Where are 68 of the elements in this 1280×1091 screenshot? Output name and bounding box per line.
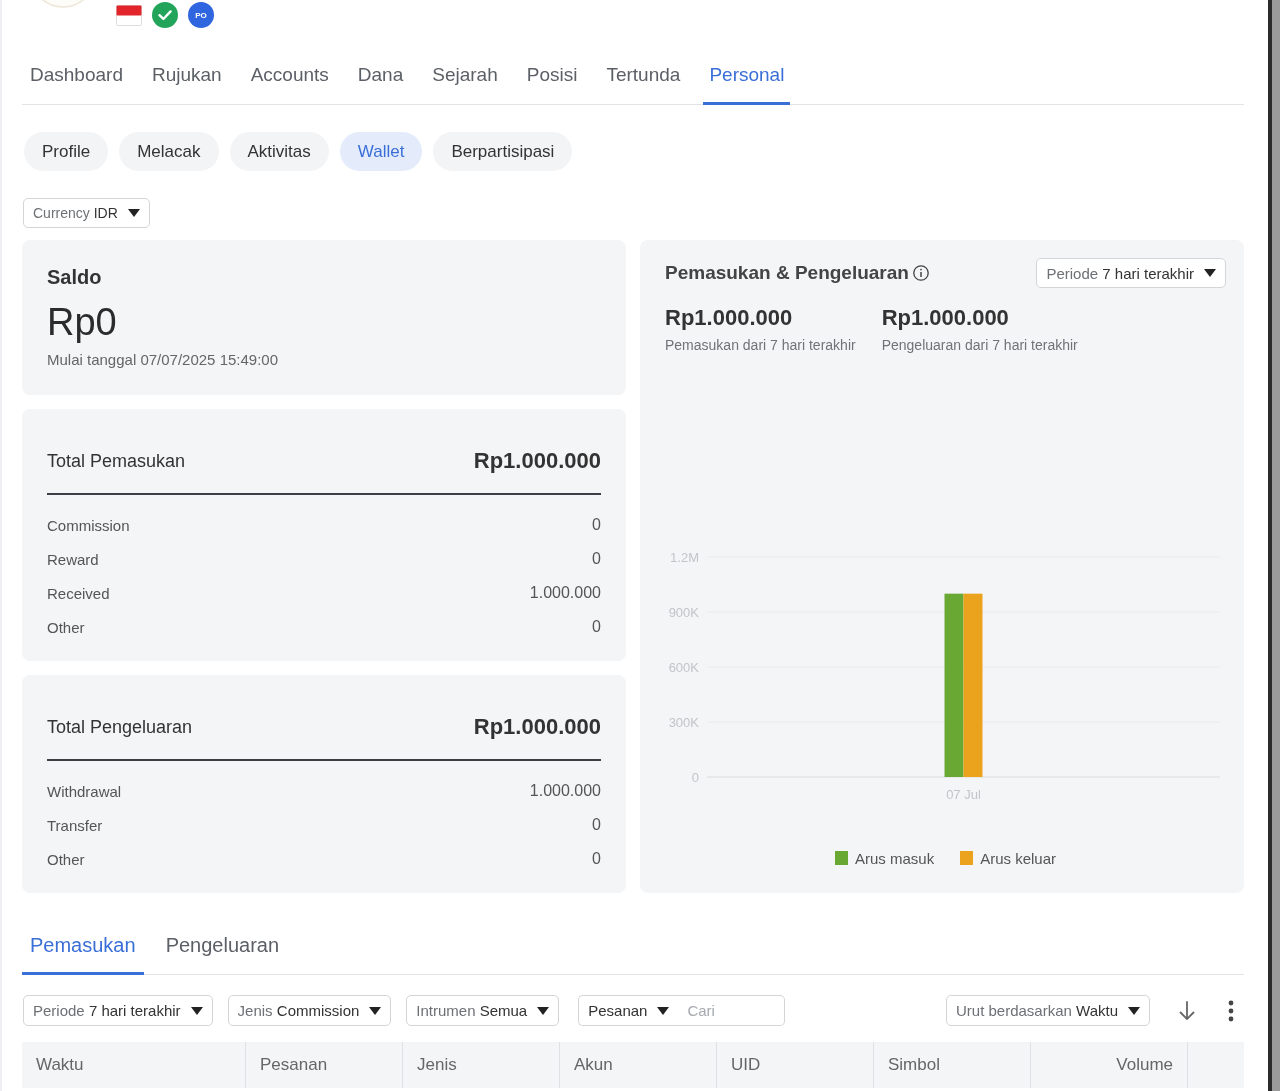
caret-down-icon	[1128, 1006, 1140, 1015]
kebab-menu-icon[interactable]	[1228, 999, 1234, 1022]
column-header[interactable]: Jenis	[417, 1055, 457, 1075]
initials-badge: PO	[188, 2, 214, 28]
nav-tab[interactable]: Dashboard	[24, 62, 129, 105]
row-label: Transfer	[47, 816, 103, 834]
row-label: Received	[47, 584, 110, 602]
balance-title: Saldo	[47, 265, 103, 289]
column-header[interactable]: Simbol	[888, 1055, 940, 1075]
caret-down-icon	[127, 209, 140, 217]
row-value: 0	[592, 850, 601, 868]
sub-tab[interactable]: Aktivitas	[229, 132, 329, 171]
nav-tab[interactable]: Sejarah	[426, 62, 504, 105]
nav-tab[interactable]: Accounts	[244, 62, 335, 105]
arrow-down-icon[interactable]	[1179, 1000, 1195, 1021]
filter-dropdown[interactable]: Intrumen Semua	[406, 995, 560, 1026]
row-label: Withdrawal	[47, 782, 122, 800]
info-icon[interactable]	[912, 265, 929, 281]
nav-tab[interactable]: Personal	[703, 62, 791, 105]
sub-tab[interactable]: Berpartisipasi	[433, 132, 573, 171]
total-amount: Rp1.000.000	[473, 714, 601, 740]
column-header[interactable]: Volume	[1116, 1055, 1173, 1075]
summary-amount: Rp1.000.000	[665, 305, 794, 331]
filter-dropdown[interactable]: Jenis Commission	[227, 995, 392, 1026]
nav-tab[interactable]: Posisi	[520, 62, 584, 105]
scrollbar[interactable]	[1268, 0, 1280, 1091]
sub-tab[interactable]: Wallet	[339, 132, 423, 171]
row-value: 0	[592, 550, 601, 568]
total-title: Total Pengeluaran	[47, 716, 193, 738]
summary-caption: Pemasukan dari 7 hari terakhir	[665, 336, 856, 354]
column-header[interactable]: Waktu	[36, 1055, 84, 1075]
column-header[interactable]: Akun	[574, 1055, 613, 1075]
row-label: Commission	[47, 516, 130, 534]
row-value: 1.000.000	[529, 584, 601, 602]
caret-down-icon	[190, 1006, 203, 1015]
sort-dropdown[interactable]: Urut berdasarkan Waktu	[945, 995, 1150, 1026]
caret-down-icon	[537, 1006, 550, 1015]
column-header[interactable]: Pesanan	[260, 1055, 328, 1075]
summary-caption: Pengeluaran dari 7 hari terakhir	[881, 336, 1078, 354]
list-tab[interactable]: Pengeluaran	[157, 932, 288, 975]
caret-down-icon	[1204, 269, 1216, 277]
row-label: Other	[47, 850, 85, 868]
period-dropdown[interactable]: Periode 7 hari terakhir	[1036, 258, 1226, 288]
caret-down-icon	[369, 1006, 382, 1015]
flag-icon	[116, 4, 142, 26]
row-value: 0	[592, 618, 601, 636]
list-tab[interactable]: Pemasukan	[22, 932, 144, 975]
nav-tab[interactable]: Dana	[351, 62, 410, 105]
row-value: 0	[592, 516, 601, 534]
balance-start-date: Mulai tanggal 07/07/2025 15:49:00	[47, 350, 280, 370]
legend-label: Arus masuk	[854, 849, 935, 867]
total-title: Total Pemasukan	[47, 450, 186, 472]
sub-tab[interactable]: Melacak	[119, 132, 219, 171]
legend-label: Arus keluar	[980, 849, 1057, 867]
row-label: Other	[47, 618, 85, 636]
total-amount: Rp1.000.000	[473, 448, 601, 474]
nav-tab[interactable]: Tertunda	[600, 62, 687, 105]
row-label: Reward	[47, 550, 99, 568]
sub-tab[interactable]: Profile	[24, 132, 109, 171]
currency-dropdown[interactable]: Currency IDR	[23, 198, 150, 228]
row-value: 1.000.000	[529, 782, 601, 800]
filter-dropdown[interactable]: Periode 7 hari terakhir	[23, 995, 213, 1026]
row-value: 0	[592, 816, 601, 834]
column-header[interactable]: UID	[731, 1055, 761, 1075]
summary-amount: Rp1.000.000	[881, 305, 1010, 331]
nav-tab[interactable]: Rujukan	[145, 62, 228, 105]
chart-title: Pemasukan & Pengeluaran	[665, 262, 909, 284]
balance-amount: Rp0	[47, 300, 118, 344]
